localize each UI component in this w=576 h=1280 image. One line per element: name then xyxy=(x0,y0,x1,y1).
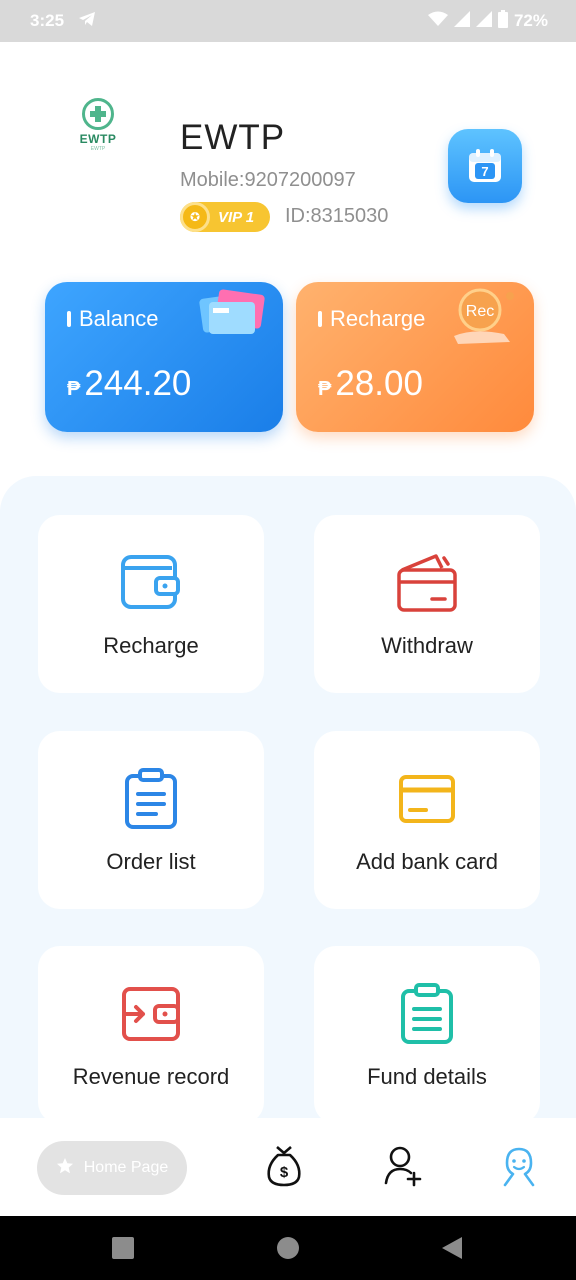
calendar-icon: 7 xyxy=(469,149,501,182)
system-nav-bar xyxy=(0,1216,576,1280)
logo-text: EWTP xyxy=(79,132,117,146)
wallet-icon xyxy=(119,551,183,615)
app-logo: EWTP EWTP xyxy=(70,98,126,158)
vip-label: VIP 1 xyxy=(218,208,255,226)
add-bank-card-tile[interactable]: Add bank card xyxy=(314,731,540,909)
back-icon xyxy=(442,1237,462,1259)
calendar-day: 7 xyxy=(481,164,488,179)
username: EWTP xyxy=(180,118,286,157)
fund-clipboard-icon xyxy=(395,982,459,1046)
logo-subtext: EWTP xyxy=(90,146,106,152)
recharge-card[interactable]: Recharge ₱ 28.00 Rec xyxy=(296,282,534,432)
profile-screen: 3:25 72% EWTP EWTP EWTP Mobile:920720009… xyxy=(0,0,576,1280)
wifi-icon xyxy=(427,11,448,32)
home-icon xyxy=(277,1237,299,1259)
bottom-nav: Home Page $ xyxy=(0,1118,576,1216)
balance-card[interactable]: Balance ₱ 244.20 xyxy=(45,282,283,432)
add-bank-card-label: Add bank card xyxy=(356,849,498,874)
profile-avatar-icon[interactable] xyxy=(498,1144,540,1188)
revenue-record-label: Revenue record xyxy=(72,1064,230,1089)
recharge-label: Recharge xyxy=(103,633,199,658)
cash-cards-icon xyxy=(195,286,271,355)
withdraw-tile[interactable]: Withdraw xyxy=(314,515,540,693)
recharge-card-label: Recharge xyxy=(330,306,426,331)
home-page-button[interactable]: Home Page xyxy=(37,1141,187,1195)
signal-icon xyxy=(453,10,470,32)
signal-icon-2 xyxy=(475,10,492,32)
status-time: 3:25 xyxy=(30,11,65,30)
vip-badge: ✪ VIP 1 xyxy=(180,202,270,232)
status-bar: 3:25 72% xyxy=(0,0,576,42)
clipboard-list-icon xyxy=(119,767,183,831)
cross-logo-icon xyxy=(82,98,114,130)
recents-icon xyxy=(112,1237,134,1259)
add-user-icon[interactable] xyxy=(382,1144,424,1188)
check-in-calendar-button[interactable]: 7 xyxy=(448,129,522,203)
revenue-record-tile[interactable]: Revenue record xyxy=(38,946,264,1124)
order-list-label: Order list xyxy=(106,849,196,874)
star-icon xyxy=(56,1157,74,1180)
home-page-label: Home Page xyxy=(83,1159,169,1176)
recharge-badge: Rec xyxy=(466,303,494,320)
svg-text:$: $ xyxy=(280,1164,289,1181)
mobile-number: Mobile:9207200097 xyxy=(180,169,356,191)
coin-icon: ✪ xyxy=(180,202,210,232)
balance-label: Balance xyxy=(79,306,159,331)
money-bag-icon[interactable]: $ xyxy=(263,1144,305,1188)
user-id: ID:8315030 xyxy=(285,205,389,227)
recharge-currency: ₱ xyxy=(318,378,332,400)
revenue-icon xyxy=(119,982,183,1046)
recharge-amount: 28.00 xyxy=(335,364,423,403)
telegram-icon xyxy=(78,11,96,32)
fund-details-label: Fund details xyxy=(367,1064,487,1089)
order-list-tile[interactable]: Order list xyxy=(38,731,264,909)
withdraw-label: Withdraw xyxy=(381,633,473,658)
bank-card-icon xyxy=(395,767,459,831)
coin-hand-icon: Rec xyxy=(444,284,520,353)
balance-amount: 244.20 xyxy=(84,364,192,403)
fund-details-tile[interactable]: Fund details xyxy=(314,946,540,1124)
recharge-tile[interactable]: Recharge xyxy=(38,515,264,693)
battery-percent: 72% xyxy=(513,11,548,30)
balance-currency: ₱ xyxy=(67,378,81,400)
open-wallet-icon xyxy=(395,551,459,615)
battery-icon xyxy=(497,9,508,33)
